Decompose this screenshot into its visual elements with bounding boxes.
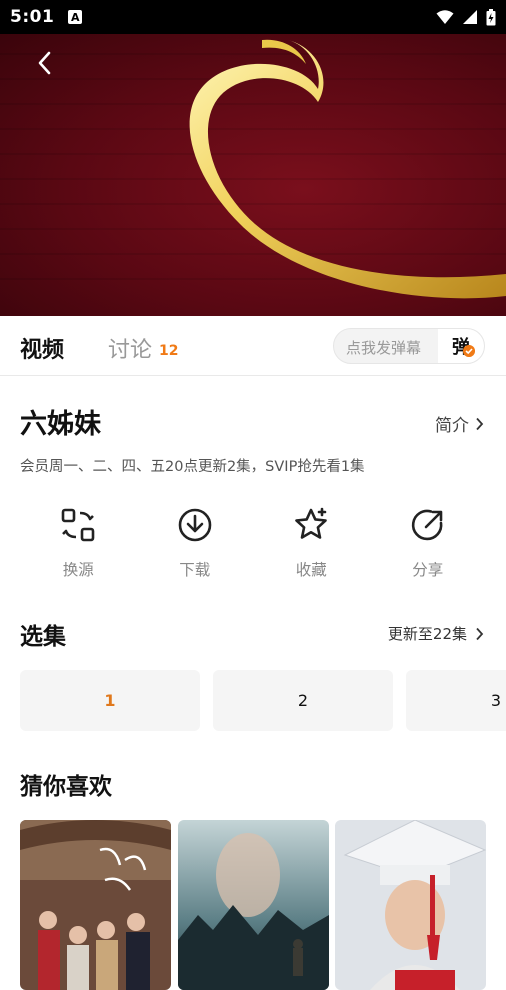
chevron-right-icon bbox=[476, 627, 484, 640]
download-button[interactable]: 下载 bbox=[137, 505, 254, 585]
tab-discuss[interactable]: 讨论 bbox=[108, 332, 152, 364]
switch-source-icon bbox=[58, 505, 98, 545]
recommend-list bbox=[20, 820, 506, 990]
chevron-right-icon bbox=[476, 417, 484, 430]
discuss-count-badge: 12 bbox=[159, 343, 179, 359]
status-icons bbox=[436, 8, 496, 26]
danmaku-toggle-button[interactable]: 弹 bbox=[438, 329, 484, 363]
share-button[interactable]: 分享 bbox=[370, 505, 487, 585]
signal-icon bbox=[463, 10, 477, 24]
favorite-button[interactable]: 收藏 bbox=[253, 505, 370, 585]
video-frame-image bbox=[0, 39, 506, 299]
status-bar: 5:01 A bbox=[0, 0, 506, 34]
episode-button[interactable]: 3 bbox=[406, 670, 506, 731]
share-label: 分享 bbox=[412, 561, 444, 579]
danmaku-check-icon bbox=[463, 345, 475, 357]
switch-source-label: 换源 bbox=[62, 561, 94, 579]
danmaku-input[interactable]: 点我发弹幕 bbox=[346, 337, 421, 358]
episode-button[interactable]: 1 bbox=[20, 670, 200, 731]
star-icon bbox=[291, 505, 331, 545]
recommend-header: 猜你喜欢 bbox=[20, 774, 112, 800]
episode-button[interactable]: 2 bbox=[213, 670, 393, 731]
chevron-left-icon bbox=[38, 51, 51, 75]
back-button[interactable] bbox=[30, 48, 60, 78]
episodes-update-text: 更新至22集 bbox=[387, 625, 467, 643]
episodes-update-link[interactable]: 更新至22集 bbox=[388, 623, 484, 644]
recommend-poster[interactable] bbox=[178, 820, 329, 990]
wifi-icon bbox=[436, 10, 454, 24]
episodes-header: 选集 bbox=[20, 624, 66, 650]
tab-bar: 视频 讨论 12 点我发弹幕 弹 bbox=[0, 316, 506, 376]
video-player[interactable] bbox=[0, 34, 506, 316]
episode-list[interactable]: 1 2 3 bbox=[20, 670, 506, 732]
intro-link[interactable]: 简介 bbox=[435, 411, 484, 436]
danmaku-bar: 点我发弹幕 弹 bbox=[333, 328, 485, 364]
switch-source-button[interactable]: 换源 bbox=[20, 505, 137, 585]
recommend-poster[interactable] bbox=[335, 820, 486, 990]
intro-label: 简介 bbox=[435, 416, 469, 436]
status-time: 5:01 bbox=[10, 7, 55, 27]
update-schedule: 会员周一、二、四、五20点更新2集，SVIP抢先看1集 bbox=[20, 459, 365, 475]
share-icon bbox=[408, 505, 448, 545]
notification-a-icon: A bbox=[68, 10, 83, 24]
download-label: 下载 bbox=[179, 561, 211, 579]
action-row: 换源 下载 收藏 分享 bbox=[20, 505, 486, 585]
battery-icon bbox=[486, 8, 496, 25]
download-icon bbox=[175, 505, 215, 545]
favorite-label: 收藏 bbox=[295, 561, 327, 579]
recommend-poster[interactable] bbox=[20, 820, 171, 990]
show-title: 六姊妹 bbox=[20, 409, 101, 440]
tab-video[interactable]: 视频 bbox=[20, 332, 64, 364]
